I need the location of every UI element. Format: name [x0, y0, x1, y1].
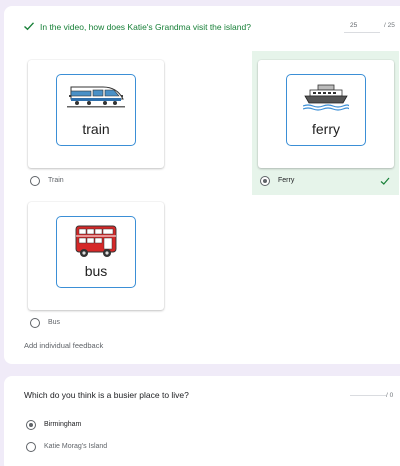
- option-label-bus: Bus: [48, 319, 61, 326]
- symbol-word-ferry: ferry: [312, 121, 340, 137]
- score-input[interactable]: 25: [344, 22, 380, 33]
- check-icon: [24, 22, 35, 31]
- question-title: Which do you think is a busier place to …: [24, 390, 189, 400]
- symbol-word-train: train: [82, 121, 110, 137]
- train-icon: [67, 86, 125, 108]
- question-card-2: Which do you think is a busier place to …: [4, 376, 400, 466]
- bus-icon: [75, 225, 117, 257]
- ferry-icon: [303, 84, 349, 111]
- option-image-ferry[interactable]: ferry: [258, 60, 394, 168]
- add-feedback-link[interactable]: Add individual feedback: [24, 341, 103, 350]
- radio-katie-morags-island[interactable]: [26, 442, 36, 452]
- score-total: / 25: [384, 22, 395, 29]
- symbol-word-bus: bus: [84, 263, 108, 279]
- question-card-1: In the video, how does Katie's Grandma v…: [4, 6, 400, 364]
- radio-ferry[interactable]: [260, 176, 270, 186]
- radio-birmingham[interactable]: [26, 420, 36, 430]
- option-label-katie-morags-island: Katie Morag's Island: [44, 443, 108, 450]
- radio-train[interactable]: [30, 176, 40, 186]
- score-input[interactable]: [350, 392, 386, 396]
- option-image-train[interactable]: train: [28, 60, 164, 168]
- correct-check-icon: [380, 177, 390, 185]
- score-total: / 0: [386, 392, 394, 399]
- option-label-ferry: Ferry: [278, 177, 295, 184]
- symbol-card-bus: bus: [56, 216, 136, 288]
- symbol-card-train: train: [56, 74, 136, 146]
- radio-bus[interactable]: [30, 318, 40, 328]
- symbol-card-ferry: ferry: [286, 74, 366, 146]
- option-label-birmingham: Birmingham: [44, 421, 82, 428]
- option-image-bus[interactable]: bus: [28, 202, 164, 310]
- option-label-train: Train: [48, 177, 64, 184]
- question-title: In the video, how does Katie's Grandma v…: [40, 22, 251, 32]
